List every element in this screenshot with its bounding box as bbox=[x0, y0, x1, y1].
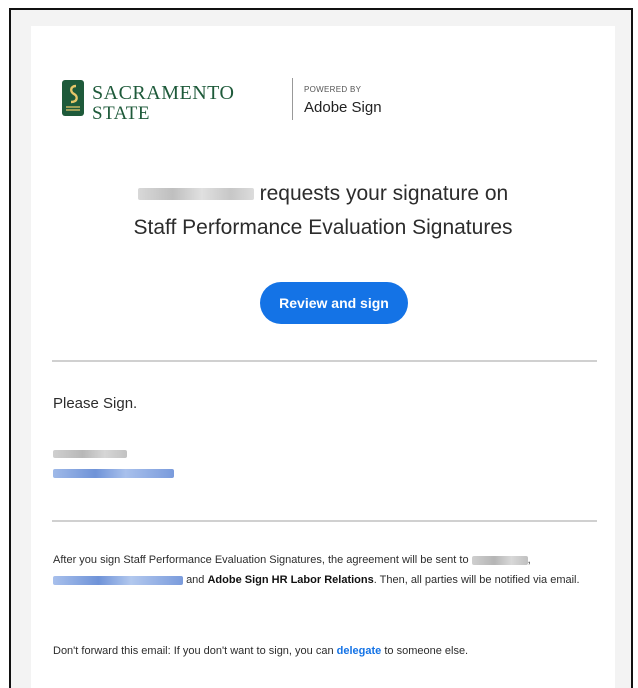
notice-text: Don't forward this email: If you don't w… bbox=[53, 645, 334, 657]
dont-forward-notice: Don't forward this email: If you don't w… bbox=[53, 645, 468, 657]
redacted-sender-name bbox=[53, 450, 127, 458]
headline-text: requests your signature on bbox=[259, 182, 509, 205]
sac-state-seal-icon bbox=[62, 80, 84, 116]
email-frame: SACRAMENTO STATE POWERED BY Adobe Sign r… bbox=[9, 8, 633, 688]
after-signing-notice: After you sign Staff Performance Evaluat… bbox=[53, 554, 580, 586]
notice-text: to someone else. bbox=[384, 645, 469, 657]
email-card: SACRAMENTO STATE POWERED BY Adobe Sign r… bbox=[31, 26, 615, 688]
notice-text: and bbox=[186, 574, 205, 586]
adobe-sign-logo: Adobe Sign bbox=[304, 99, 382, 116]
redacted-requester-name bbox=[137, 188, 254, 201]
redacted-recipient-email-link[interactable] bbox=[53, 575, 183, 585]
notice-text: . Then, all parties will be notified via… bbox=[373, 574, 580, 586]
signature-request-headline: requests your signature on Staff Perform… bbox=[31, 177, 615, 245]
recipient-group-name: Adobe Sign HR Labor Relations bbox=[207, 574, 374, 586]
brand-name-line2: STATE bbox=[92, 103, 150, 124]
logo-divider bbox=[292, 78, 293, 120]
review-and-sign-button[interactable]: Review and sign bbox=[260, 282, 408, 324]
brand-name-line1: SACRAMENTO bbox=[92, 82, 235, 104]
notice-text: After you sign Staff Performance Evaluat… bbox=[53, 554, 469, 566]
powered-by-label: POWERED BY bbox=[304, 85, 362, 94]
divider bbox=[52, 520, 597, 522]
header-logos: SACRAMENTO STATE POWERED BY Adobe Sign bbox=[62, 74, 422, 124]
document-title: Staff Performance Evaluation Signatures bbox=[133, 216, 513, 239]
redacted-sender-email-link[interactable] bbox=[53, 469, 174, 478]
delegate-link[interactable]: delegate bbox=[337, 645, 382, 657]
message-note: Please Sign. bbox=[53, 395, 138, 412]
divider bbox=[52, 360, 597, 362]
redacted-recipient-name bbox=[471, 555, 528, 565]
